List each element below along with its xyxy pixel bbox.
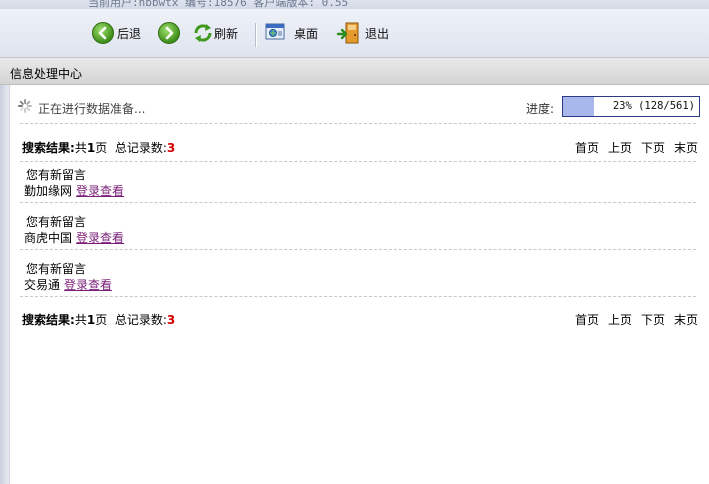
last-page-link[interactable]: 末页 bbox=[674, 141, 698, 155]
back-label: 后退 bbox=[117, 26, 142, 41]
first-page-link[interactable]: 首页 bbox=[575, 313, 599, 327]
desktop-button[interactable]: 桌面 bbox=[264, 21, 318, 45]
left-panel-edge bbox=[0, 85, 10, 484]
exit-button[interactable]: 退出 bbox=[336, 21, 389, 45]
loading-spinner-icon bbox=[18, 99, 32, 113]
last-page-link[interactable]: 末页 bbox=[674, 313, 698, 327]
progress-bar: 23% (128/561) bbox=[562, 96, 700, 117]
pager-top: 首页 上页 下页 末页 bbox=[566, 139, 698, 156]
desktop-icon bbox=[265, 23, 285, 40]
message-source: 商虎中国 bbox=[24, 231, 73, 245]
search-label: 搜索结果: bbox=[22, 313, 75, 327]
page-count: 1 bbox=[86, 313, 96, 327]
total-label: 总记录数: bbox=[114, 313, 167, 327]
search-label: 搜索结果: bbox=[22, 141, 75, 155]
total-count: 3 bbox=[166, 313, 176, 327]
message-item: 您有新留言 勤加缘网 登录查看 bbox=[20, 162, 696, 203]
message-title: 您有新留言 bbox=[26, 168, 87, 182]
forward-button[interactable] bbox=[158, 21, 180, 45]
refresh-icon bbox=[194, 24, 212, 42]
toolbar: 后退 刷新 桌面 退出 bbox=[0, 9, 709, 58]
login-view-link[interactable]: 登录查看 bbox=[76, 184, 124, 198]
next-page-link[interactable]: 下页 bbox=[641, 313, 665, 327]
refresh-button[interactable]: 刷新 bbox=[192, 21, 238, 45]
login-view-link[interactable]: 登录查看 bbox=[76, 231, 124, 245]
next-page-link[interactable]: 下页 bbox=[641, 141, 665, 155]
status-text: 正在进行数据准备... bbox=[38, 102, 146, 116]
exit-door-icon bbox=[336, 22, 359, 44]
panel-title-bar: 信息处理中心 bbox=[0, 57, 709, 85]
back-button[interactable]: 后退 bbox=[92, 21, 141, 45]
top-info-strip: 当前用户:nbbwtx 编号:18576 客户端版本: 0.55 bbox=[0, 0, 709, 9]
progress-text: 23% (128/561) bbox=[612, 100, 695, 112]
refresh-label: 刷新 bbox=[214, 26, 239, 41]
user-info-text: 当前用户:nbbwtx 编号:18576 客户端版本: 0.55 bbox=[88, 0, 349, 9]
exit-label: 退出 bbox=[365, 26, 390, 41]
search-summary-top: 搜索结果:共1页 总记录数:3 首页 上页 下页 末页 bbox=[20, 137, 698, 156]
forward-arrow-icon bbox=[158, 22, 180, 44]
message-item: 您有新留言 交易通 登录查看 bbox=[20, 256, 696, 297]
status-row: 正在进行数据准备... 进度: 23% (128/561) bbox=[16, 96, 700, 117]
total-count: 3 bbox=[166, 141, 176, 155]
toolbar-separator bbox=[255, 23, 257, 47]
message-title: 您有新留言 bbox=[26, 262, 87, 276]
prev-page-link[interactable]: 上页 bbox=[608, 313, 632, 327]
message-title: 您有新留言 bbox=[26, 215, 87, 229]
message-source: 勤加缘网 bbox=[24, 184, 73, 198]
pager-bottom: 首页 上页 下页 末页 bbox=[566, 311, 698, 328]
total-label: 总记录数: bbox=[114, 141, 167, 155]
search-summary: 搜索结果:共1页 总记录数:3 bbox=[22, 141, 176, 155]
search-summary: 搜索结果:共1页 总记录数:3 bbox=[22, 313, 176, 327]
page-title: 信息处理中心 bbox=[10, 67, 83, 81]
message-item: 您有新留言 商虎中国 登录查看 bbox=[20, 209, 696, 250]
desktop-label: 桌面 bbox=[294, 26, 319, 41]
page-count: 1 bbox=[86, 141, 96, 155]
search-summary-bottom: 搜索结果:共1页 总记录数:3 首页 上页 下页 末页 bbox=[20, 309, 698, 328]
back-arrow-icon bbox=[92, 22, 114, 44]
prev-page-link[interactable]: 上页 bbox=[608, 141, 632, 155]
main-content: 正在进行数据准备... 进度: 23% (128/561) 搜索结果:共1页 总… bbox=[10, 85, 709, 484]
divider bbox=[20, 123, 696, 124]
first-page-link[interactable]: 首页 bbox=[575, 141, 599, 155]
message-source: 交易通 bbox=[24, 278, 61, 292]
progress-label: 进度: bbox=[526, 102, 555, 116]
login-view-link[interactable]: 登录查看 bbox=[64, 278, 112, 292]
